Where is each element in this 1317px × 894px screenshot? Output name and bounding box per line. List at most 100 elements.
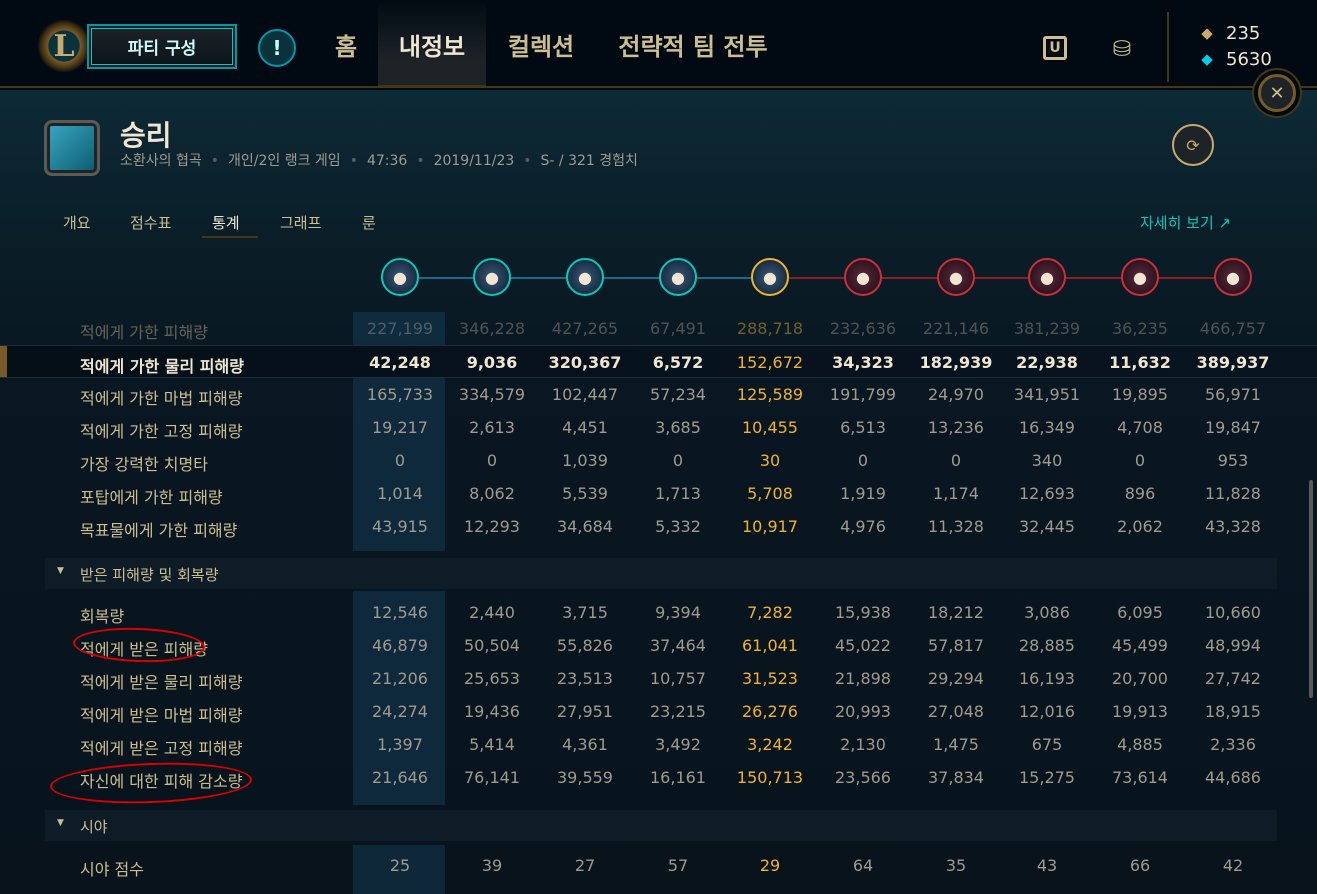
- scrollbar[interactable]: [1309, 480, 1313, 698]
- champion-portrait[interactable]: ●: [1121, 258, 1159, 296]
- stat-cell: 5,708: [747, 484, 793, 503]
- party-button[interactable]: 파티 구성: [87, 24, 237, 69]
- stat-row[interactable]: 적에게 가한 피해량 227,199 346,228 427,265 67,491 288…: [0, 312, 1317, 345]
- stat-cell: 3,715: [562, 603, 608, 622]
- stat-cell: 24,970: [928, 385, 984, 404]
- section-vision[interactable]: ▼ 시야: [45, 810, 1277, 841]
- stat-row[interactable]: 적에게 가한 물리 피해량 42,248 9,036 320,367 6,572 152,…: [0, 345, 1317, 378]
- match-queue: 개인/2인 랭크 게임: [228, 153, 341, 169]
- active-tab-underline: [202, 236, 258, 238]
- nav-tft[interactable]: 전략적 팀 전투: [603, 0, 783, 88]
- champion-portrait[interactable]: ●: [566, 258, 604, 296]
- section-damage-taken[interactable]: ▼ 받은 피해량 및 회복량: [45, 558, 1277, 589]
- stat-cell: 19,913: [1112, 702, 1168, 721]
- champion-portrait[interactable]: ●: [659, 258, 697, 296]
- stat-row[interactable]: 포탑에게 가한 피해량 1,014 8,062 5,539 1,713 5,708 1,91…: [0, 477, 1317, 510]
- nav-profile[interactable]: 내정보: [378, 0, 486, 88]
- stat-row[interactable]: 시야 점수 25 39 27 57 29 64 35 43 66 42: [0, 849, 1317, 882]
- replay-icon[interactable]: ⟳: [1172, 124, 1214, 166]
- rp-icon: ◆: [1201, 24, 1213, 42]
- stat-cell: 5,332: [655, 517, 701, 536]
- champion-portrait[interactable]: ●: [381, 258, 419, 296]
- stat-cell: 152,672: [736, 353, 804, 372]
- stat-cell: 16,161: [650, 768, 706, 787]
- stat-cell: 46,879: [372, 636, 428, 655]
- stat-row[interactable]: 적에게 받은 고정 피해량 1,397 5,414 4,361 3,492 3,242 2,…: [0, 728, 1317, 761]
- section-title: 시야: [80, 818, 108, 836]
- stat-row[interactable]: 적에게 받은 물리 피해량 21,206 25,653 23,513 10,757 31,…: [0, 662, 1317, 695]
- stat-cell: 42: [1222, 856, 1244, 875]
- stat-label: 시야 점수: [80, 860, 144, 879]
- stat-label: 적에게 받은 마법 피해량: [80, 706, 243, 725]
- stat-row[interactable]: 가장 강력한 치명타 0 0 1,039 0 30 0 0 340 0 953: [0, 444, 1317, 477]
- stat-row[interactable]: 적에게 가한 마법 피해량 165,733 334,579 102,447 57,234…: [0, 378, 1317, 411]
- stat-cell: 28,885: [1019, 636, 1075, 655]
- stat-cell: 15,275: [1019, 768, 1075, 787]
- tab-runes[interactable]: 룬: [362, 212, 376, 236]
- store-icon[interactable]: U: [1043, 36, 1067, 60]
- stat-cell: 0: [857, 451, 869, 470]
- champion-portrait[interactable]: ●: [937, 258, 975, 296]
- stat-cell: 27,951: [557, 702, 613, 721]
- match-result: 승리: [120, 119, 172, 152]
- alert-icon[interactable]: !: [258, 29, 296, 67]
- league-logo[interactable]: L: [38, 18, 90, 74]
- stat-row[interactable]: 적에게 가한 고정 피해량 19,217 2,613 4,451 3,685 10,455…: [0, 411, 1317, 444]
- stat-cell: 45,022: [835, 636, 891, 655]
- stat-cell: 23,513: [557, 669, 613, 688]
- tab-graph[interactable]: 그래프: [280, 212, 321, 236]
- stat-cell: 0: [672, 451, 684, 470]
- stat-label: 적에게 가한 물리 피해량: [80, 357, 244, 376]
- stat-cell: 34,684: [557, 517, 613, 536]
- stat-cell: 10,757: [650, 669, 706, 688]
- stat-cell: 56,971: [1205, 385, 1261, 404]
- nav-collection[interactable]: 컬렉션: [492, 0, 590, 88]
- stat-cell: 191,799: [829, 385, 897, 404]
- stat-cell: 182,939: [919, 353, 993, 372]
- tab-stats[interactable]: 통계: [212, 212, 240, 236]
- match-grade-exp: S- / 321 경험치: [540, 153, 638, 169]
- rp-balance[interactable]: ◆ 235: [1198, 21, 1260, 45]
- champion-portrait[interactable]: ●: [751, 258, 789, 296]
- details-link[interactable]: 자세히 보기 ↗: [1140, 212, 1231, 233]
- champion-portrait[interactable]: ●: [844, 258, 882, 296]
- stat-cell: 0: [486, 451, 498, 470]
- stat-cell: 29,294: [928, 669, 984, 688]
- stat-cell: 896: [1124, 484, 1156, 503]
- tab-overview[interactable]: 개요: [63, 212, 91, 236]
- stat-cell: 76,141: [464, 768, 520, 787]
- stat-cell: 4,451: [562, 418, 608, 437]
- close-icon[interactable]: ✕: [1258, 74, 1296, 112]
- stat-cell: 6,572: [652, 353, 704, 372]
- champion-portrait[interactable]: ●: [473, 258, 511, 296]
- stat-row[interactable]: 적에게 받은 마법 피해량 24,274 19,436 27,951 23,215 26,…: [0, 695, 1317, 728]
- loot-icon[interactable]: ⛁: [1105, 34, 1139, 64]
- stat-cell: 19,217: [372, 418, 428, 437]
- tab-scoreboard[interactable]: 점수표: [130, 212, 171, 236]
- stat-cell: 227,199: [366, 319, 434, 338]
- stat-cell: 48,994: [1205, 636, 1261, 655]
- stat-cell: 165,733: [366, 385, 434, 404]
- match-meta: 소환사의 협곡 • 개인/2인 랭크 게임 • 47:36 • 2019/11/23 • S- …: [120, 153, 638, 169]
- stat-cell: 1,039: [562, 451, 608, 470]
- stat-row[interactable]: 목표물에게 가한 피해량 43,915 12,293 34,684 5,332 10,91…: [0, 510, 1317, 543]
- stat-label: 목표물에게 가한 피해량: [80, 521, 238, 540]
- nav-home[interactable]: 홈: [318, 0, 374, 88]
- caret-down-icon: ▼: [57, 566, 64, 576]
- stat-cell: 73,614: [1112, 768, 1168, 787]
- stat-label: 회복량: [80, 607, 125, 626]
- stat-cell: 3,086: [1024, 603, 1070, 622]
- stat-cell: 0: [1134, 451, 1146, 470]
- stat-cell: 675: [1031, 735, 1063, 754]
- stat-cell: 334,579: [458, 385, 526, 404]
- stat-cell: 43,328: [1205, 517, 1261, 536]
- stat-cell: 4,885: [1117, 735, 1163, 754]
- stat-cell: 4,361: [562, 735, 608, 754]
- stat-cell: 3,242: [747, 735, 793, 754]
- champion-portrait[interactable]: ●: [1214, 258, 1252, 296]
- stat-row[interactable]: 회복량 12,546 2,440 3,715 9,394 7,282 15,938 18,21…: [0, 596, 1317, 629]
- be-balance[interactable]: ◆ 5630: [1198, 47, 1272, 71]
- stat-cell: 64: [852, 856, 874, 875]
- stat-cell: 66: [1129, 856, 1151, 875]
- champion-portrait[interactable]: ●: [1028, 258, 1066, 296]
